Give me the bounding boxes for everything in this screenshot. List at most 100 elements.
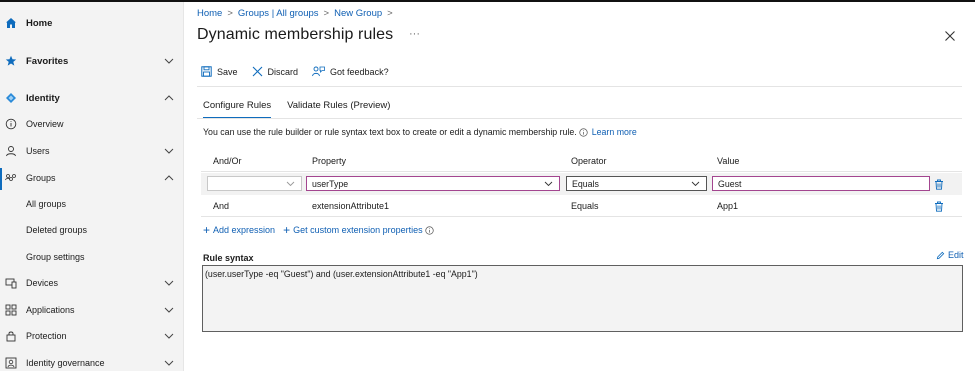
rules-table-header: And/Or Property Operator Value — [201, 150, 962, 172]
governance-icon — [5, 357, 17, 369]
sidebar-item-protection[interactable]: Protection — [0, 326, 184, 346]
chevron-down-icon[interactable] — [164, 279, 174, 287]
chevron-down-icon[interactable] — [164, 57, 174, 65]
rule-syntax-textbox[interactable]: (user.userType -eq "Guest") and (user.ex… — [202, 265, 963, 332]
sidebar-item-applications[interactable]: Applications — [0, 300, 184, 320]
breadcrumb-separator: > — [323, 8, 330, 19]
property-dropdown[interactable]: userType — [306, 176, 560, 191]
page-title: Dynamic membership rules — [197, 26, 394, 43]
sidebar-item-label: Devices — [26, 278, 59, 288]
star-icon — [5, 55, 17, 67]
add-actions: + Add expression + Get custom extension … — [203, 224, 442, 236]
breadcrumb-groups[interactable]: Groups | All groups — [238, 8, 319, 19]
tabs-divider — [197, 118, 962, 119]
operator-dropdown[interactable]: Equals — [566, 176, 707, 191]
sidebar-item-label: Identity governance — [26, 358, 105, 368]
toolbar-divider — [197, 86, 962, 87]
sidebar-item-users[interactable]: Users — [0, 141, 184, 161]
plus-icon: + — [203, 223, 211, 237]
andor-dropdown[interactable] — [207, 176, 302, 191]
col-header-operator: Operator — [571, 156, 607, 166]
home-icon — [5, 17, 17, 29]
info-circle-icon — [5, 118, 17, 130]
sidebar-item-group-settings[interactable]: Group settings — [0, 247, 184, 267]
pencil-icon — [936, 251, 945, 259]
save-button[interactable]: Save — [201, 66, 238, 77]
sidebar-item-label: Overview — [26, 119, 64, 129]
info-icon[interactable] — [425, 225, 434, 235]
sidebar-item-label: Favorites — [26, 55, 69, 67]
get-custom-properties-button[interactable]: + Get custom extension properties — [283, 224, 434, 236]
breadcrumb-home[interactable]: Home — [197, 8, 222, 19]
sidebar-item-devices[interactable]: Devices — [0, 273, 184, 293]
close-icon[interactable] — [944, 30, 956, 42]
chevron-down-icon — [691, 181, 700, 187]
identity-diamond-icon — [5, 92, 17, 104]
save-label: Save — [217, 66, 238, 77]
chevron-down-icon — [544, 181, 553, 187]
chevron-down-icon[interactable] — [164, 147, 174, 155]
edit-label: Edit — [948, 250, 964, 260]
toolbar: Save Discard Got feedback? — [201, 66, 403, 77]
sidebar-item-label: Group settings — [26, 252, 85, 262]
sidebar-item-all-groups[interactable]: All groups — [0, 194, 184, 214]
chevron-up-icon[interactable] — [164, 174, 174, 182]
sidebar-item-favorites[interactable]: Favorites — [0, 51, 184, 71]
more-options-button[interactable]: ··· — [409, 28, 420, 40]
breadcrumb-separator: > — [227, 8, 233, 19]
lock-icon — [5, 330, 17, 342]
sidebar-item-label: Home — [26, 17, 53, 29]
delete-trash-icon[interactable] — [934, 179, 944, 190]
row-property: extensionAttribute1 — [312, 201, 390, 211]
description: You can use the rule builder or rule syn… — [203, 127, 637, 137]
groups-icon — [5, 172, 17, 184]
applications-grid-icon — [5, 304, 17, 316]
table-row: And extensionAttribute1 Equals App1 — [201, 196, 962, 217]
col-header-value: Value — [717, 156, 740, 166]
value-text: Guest — [718, 178, 742, 189]
row-andor: And — [213, 201, 230, 211]
discard-x-icon — [252, 66, 262, 77]
tab-configure-rules[interactable]: Configure Rules — [203, 100, 272, 119]
breadcrumb-separator: > — [387, 8, 393, 19]
add-expression-button[interactable]: + Add expression — [203, 224, 275, 236]
chevron-down-icon[interactable] — [164, 359, 174, 367]
sidebar-item-label: Users — [26, 146, 50, 156]
discard-label: Discard — [267, 66, 299, 77]
person-icon — [5, 145, 17, 157]
breadcrumb-new-group[interactable]: New Group — [334, 8, 382, 19]
sidebar-item-home[interactable]: Home — [0, 13, 184, 33]
table-row: userType Equals Guest — [201, 173, 962, 195]
description-text: You can use the rule builder or rule syn… — [203, 127, 577, 137]
add-expression-label: Add expression — [213, 225, 276, 235]
learn-more-link[interactable]: Learn more — [592, 127, 637, 137]
plus-icon: + — [283, 223, 291, 237]
rule-syntax-label: Rule syntax — [203, 253, 254, 263]
sidebar-item-deleted-groups[interactable]: Deleted groups — [0, 220, 184, 240]
info-icon[interactable] — [579, 127, 588, 137]
chevron-down-icon[interactable] — [164, 306, 174, 314]
row-value: App1 — [717, 201, 739, 211]
save-icon — [201, 66, 212, 77]
sidebar-item-groups[interactable]: Groups — [0, 168, 184, 188]
col-header-andor: And/Or — [213, 156, 242, 166]
value-input[interactable]: Guest — [712, 176, 930, 191]
sidebar-item-identity-governance[interactable]: Identity governance — [0, 353, 184, 373]
sidebar-item-label: Protection — [26, 331, 67, 341]
tab-bar: Configure Rules Validate Rules (Preview) — [203, 100, 406, 119]
sidebar-item-label: Applications — [26, 305, 75, 315]
tab-validate-rules[interactable]: Validate Rules (Preview) — [287, 100, 390, 119]
sidebar-item-label: Groups — [26, 173, 56, 183]
edit-button[interactable]: Edit — [936, 250, 964, 260]
operator-value: Equals — [572, 178, 599, 189]
chevron-up-icon[interactable] — [164, 94, 174, 102]
chevron-down-icon[interactable] — [164, 332, 174, 340]
delete-trash-icon[interactable] — [934, 201, 944, 212]
rule-syntax-text: (user.userType -eq "Guest") and (user.ex… — [205, 269, 478, 279]
discard-button[interactable]: Discard — [252, 66, 299, 77]
sidebar-item-identity[interactable]: Identity — [0, 88, 184, 108]
sidebar-item-overview[interactable]: Overview — [0, 114, 184, 134]
sidebar-item-label: Identity — [26, 92, 60, 104]
row-operator: Equals — [571, 201, 599, 211]
feedback-button[interactable]: Got feedback? — [312, 66, 389, 77]
